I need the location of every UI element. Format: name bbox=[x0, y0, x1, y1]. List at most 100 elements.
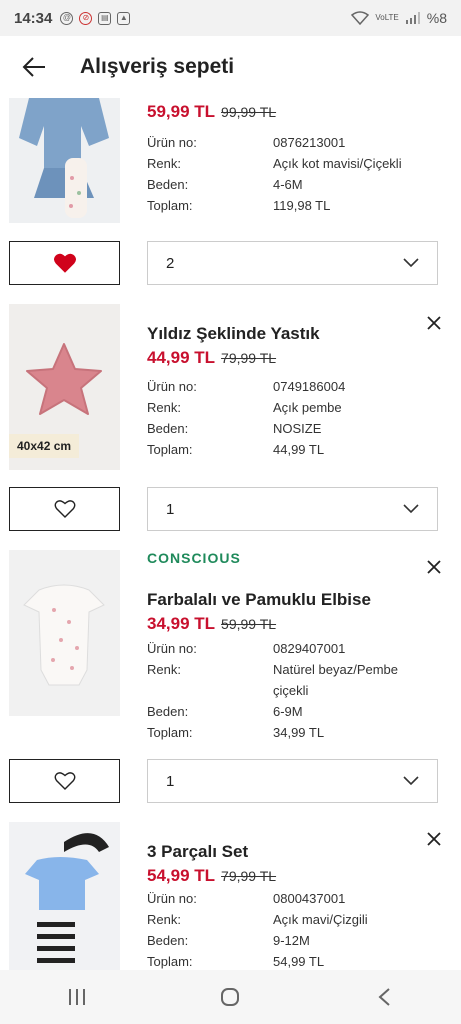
label-product-no: Ürün no: bbox=[147, 641, 197, 656]
product-total: 44,99 TL bbox=[273, 442, 325, 457]
status-time: 14:34 bbox=[14, 9, 53, 27]
original-price: 79,99 TL bbox=[221, 868, 277, 884]
favorite-button[interactable] bbox=[9, 759, 120, 803]
close-icon[interactable] bbox=[425, 314, 443, 332]
quantity-value: 2 bbox=[166, 254, 175, 272]
cart-item: CONSCIOUS Farbalalı ve Pamuklu Elbise 34… bbox=[0, 550, 461, 810]
product-color: Açık mavi/Çizgili bbox=[273, 912, 368, 927]
original-price: 59,99 TL bbox=[221, 616, 277, 632]
favorite-button[interactable] bbox=[9, 241, 120, 285]
system-nav-bar bbox=[0, 970, 461, 1024]
price: 34,99 TL 59,99 TL bbox=[147, 614, 276, 634]
product-details: Ürün no: 0749186004 Renk: Açık pembe Beden… bbox=[147, 376, 437, 460]
recent-apps-icon bbox=[68, 989, 85, 1005]
size-tag: 40x42 cm bbox=[9, 434, 80, 458]
network-label: VoLTE bbox=[375, 13, 399, 22]
label-color: Renk: bbox=[147, 156, 181, 171]
product-size: 4-6M bbox=[273, 177, 303, 192]
product-size: 6-9M bbox=[273, 704, 303, 719]
signal-icon bbox=[405, 12, 420, 24]
label-color: Renk: bbox=[147, 912, 181, 927]
close-icon bbox=[427, 832, 441, 846]
set-illustration bbox=[9, 822, 120, 970]
price: 44,99 TL 79,99 TL bbox=[147, 348, 276, 368]
label-size: Beden: bbox=[147, 933, 189, 948]
product-total: 119,98 TL bbox=[273, 198, 331, 213]
status-bar: 14:34 @ ⊘ ▤ ▲ VoLTE %8 bbox=[0, 0, 461, 36]
original-price: 79,99 TL bbox=[221, 350, 277, 366]
battery-level: %8 bbox=[426, 10, 447, 26]
close-icon bbox=[427, 560, 441, 574]
label-size: Beden: bbox=[147, 177, 189, 192]
quantity-select[interactable]: 2 bbox=[147, 241, 438, 285]
dress-illustration bbox=[9, 98, 120, 223]
image-icon: ▲ bbox=[117, 11, 131, 25]
product-details: Ürün no: 0876213001 Renk: Açık kot mavisi/… bbox=[147, 132, 437, 216]
quantity-select[interactable]: 1 bbox=[147, 487, 438, 531]
product-image-dress-denim[interactable] bbox=[9, 98, 120, 223]
product-image-3-piece-set[interactable] bbox=[9, 822, 120, 970]
sale-price: 59,99 TL bbox=[147, 102, 216, 121]
cart-item: 3 Parçalı Set 54,99 TL 79,99 TL Ürün no:… bbox=[0, 822, 461, 970]
sale-price: 54,99 TL bbox=[147, 866, 216, 885]
product-image-ruffle-dress[interactable] bbox=[9, 550, 120, 716]
label-total: Toplam: bbox=[147, 725, 193, 740]
label-total: Toplam: bbox=[147, 198, 193, 213]
label-total: Toplam: bbox=[147, 442, 193, 457]
page-title: Alışveriş sepeti bbox=[80, 55, 235, 78]
remove-button[interactable] bbox=[425, 830, 443, 848]
arrow-left-icon bbox=[22, 57, 45, 77]
product-color: Açık pembe bbox=[273, 400, 342, 415]
label-product-no: Ürün no: bbox=[147, 891, 197, 906]
file-icon: ▤ bbox=[98, 11, 112, 25]
product-details: Ürün no: 0800437001 Renk: Açık mavi/Çizgil… bbox=[147, 888, 437, 970]
product-details: Ürün no: 0829407001 Renk: Natürel beyaz/Pe… bbox=[147, 638, 437, 743]
wifi-icon bbox=[351, 11, 370, 25]
product-no: 0876213001 bbox=[273, 135, 346, 150]
heart-icon bbox=[53, 253, 76, 273]
recent-apps-button[interactable] bbox=[47, 977, 107, 1017]
conscious-tag: CONSCIOUS bbox=[147, 550, 241, 566]
system-back-button[interactable] bbox=[354, 977, 414, 1017]
heart-icon bbox=[54, 772, 75, 790]
chevron-down-icon bbox=[403, 504, 419, 514]
cart-item: 40x42 cm Yıldız Şeklinde Yastık 44,99 TL… bbox=[0, 304, 461, 544]
label-size: Beden: bbox=[147, 421, 189, 436]
home-icon bbox=[221, 988, 240, 1006]
chevron-down-icon bbox=[403, 776, 419, 786]
chevron-left-icon bbox=[378, 988, 390, 1006]
label-product-no: Ürün no: bbox=[147, 379, 197, 394]
product-name[interactable]: 3 Parçalı Set bbox=[147, 842, 248, 862]
sale-price: 34,99 TL bbox=[147, 614, 216, 633]
back-button[interactable] bbox=[12, 45, 56, 89]
product-image-star-pillow[interactable]: 40x42 cm bbox=[9, 304, 120, 470]
product-name[interactable]: Yıldız Şeklinde Yastık bbox=[147, 324, 320, 344]
product-color: Açık kot mavisi/Çiçekli bbox=[273, 156, 402, 171]
label-product-no: Ürün no: bbox=[147, 135, 197, 150]
product-total: 54,99 TL bbox=[273, 954, 325, 969]
chevron-down-icon bbox=[403, 258, 419, 268]
quantity-select[interactable]: 1 bbox=[147, 759, 438, 803]
cart-list[interactable]: 59,99 TL 99,99 TL Ürün no: 0876213001 Ren… bbox=[0, 98, 461, 970]
quantity-value: 1 bbox=[166, 500, 175, 518]
ruffle-dress-illustration bbox=[9, 550, 120, 716]
quantity-value: 1 bbox=[166, 772, 175, 790]
label-total: Toplam: bbox=[147, 954, 193, 969]
heart-icon bbox=[54, 500, 75, 518]
status-right: VoLTE %8 bbox=[351, 10, 447, 26]
notification-icons: @ ⊘ ▤ ▲ bbox=[60, 11, 131, 25]
product-color: Natürel beyaz/Pembe çiçekli bbox=[273, 662, 399, 698]
favorite-button[interactable] bbox=[9, 487, 120, 531]
original-price: 99,99 TL bbox=[221, 104, 277, 120]
label-size: Beden: bbox=[147, 704, 189, 719]
product-name[interactable]: Farbalalı ve Pamuklu Elbise bbox=[147, 590, 371, 610]
label-color: Renk: bbox=[147, 400, 181, 415]
price: 59,99 TL 99,99 TL bbox=[147, 102, 276, 122]
remove-button[interactable] bbox=[425, 558, 443, 576]
product-size: NOSIZE bbox=[273, 421, 322, 436]
home-button[interactable] bbox=[200, 977, 260, 1017]
app-header: Alışveriş sepeti bbox=[0, 36, 461, 98]
product-no: 0800437001 bbox=[273, 891, 346, 906]
product-size: 9-12M bbox=[273, 933, 310, 948]
price: 54,99 TL 79,99 TL bbox=[147, 866, 276, 886]
